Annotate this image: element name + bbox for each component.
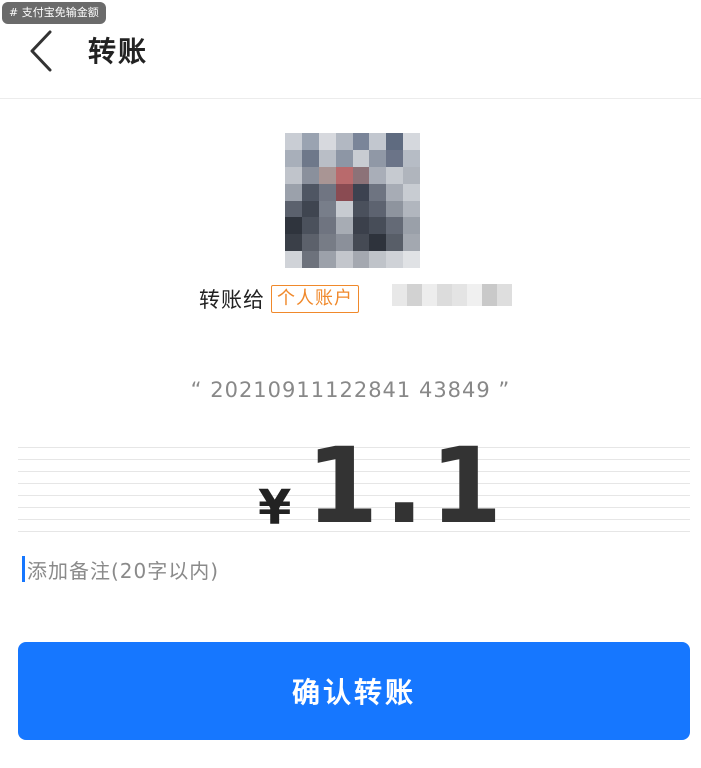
currency-symbol: ¥: [258, 480, 292, 536]
text-cursor: [22, 556, 25, 582]
recipient-label: 转账给: [199, 288, 265, 312]
avatar: [285, 133, 420, 268]
amount-value[interactable]: 1.1: [306, 426, 508, 546]
back-arrow-icon[interactable]: [26, 28, 62, 74]
confirm-transfer-button[interactable]: 确认转账: [18, 642, 690, 740]
recipient-name-blurred: [392, 284, 512, 306]
page-title: 转账: [88, 35, 149, 68]
order-note: “ 20210911122841 43849 ”: [190, 378, 511, 402]
note-placeholder: 添加备注(20字以内): [27, 558, 220, 583]
account-type-badge: 个人账户: [271, 285, 359, 313]
note-input[interactable]: 添加备注(20字以内): [22, 554, 219, 584]
recipient-row: 转账给 个人账户: [199, 284, 359, 314]
confirm-transfer-label: 确认转账: [291, 676, 416, 709]
header: 转账: [0, 0, 701, 99]
